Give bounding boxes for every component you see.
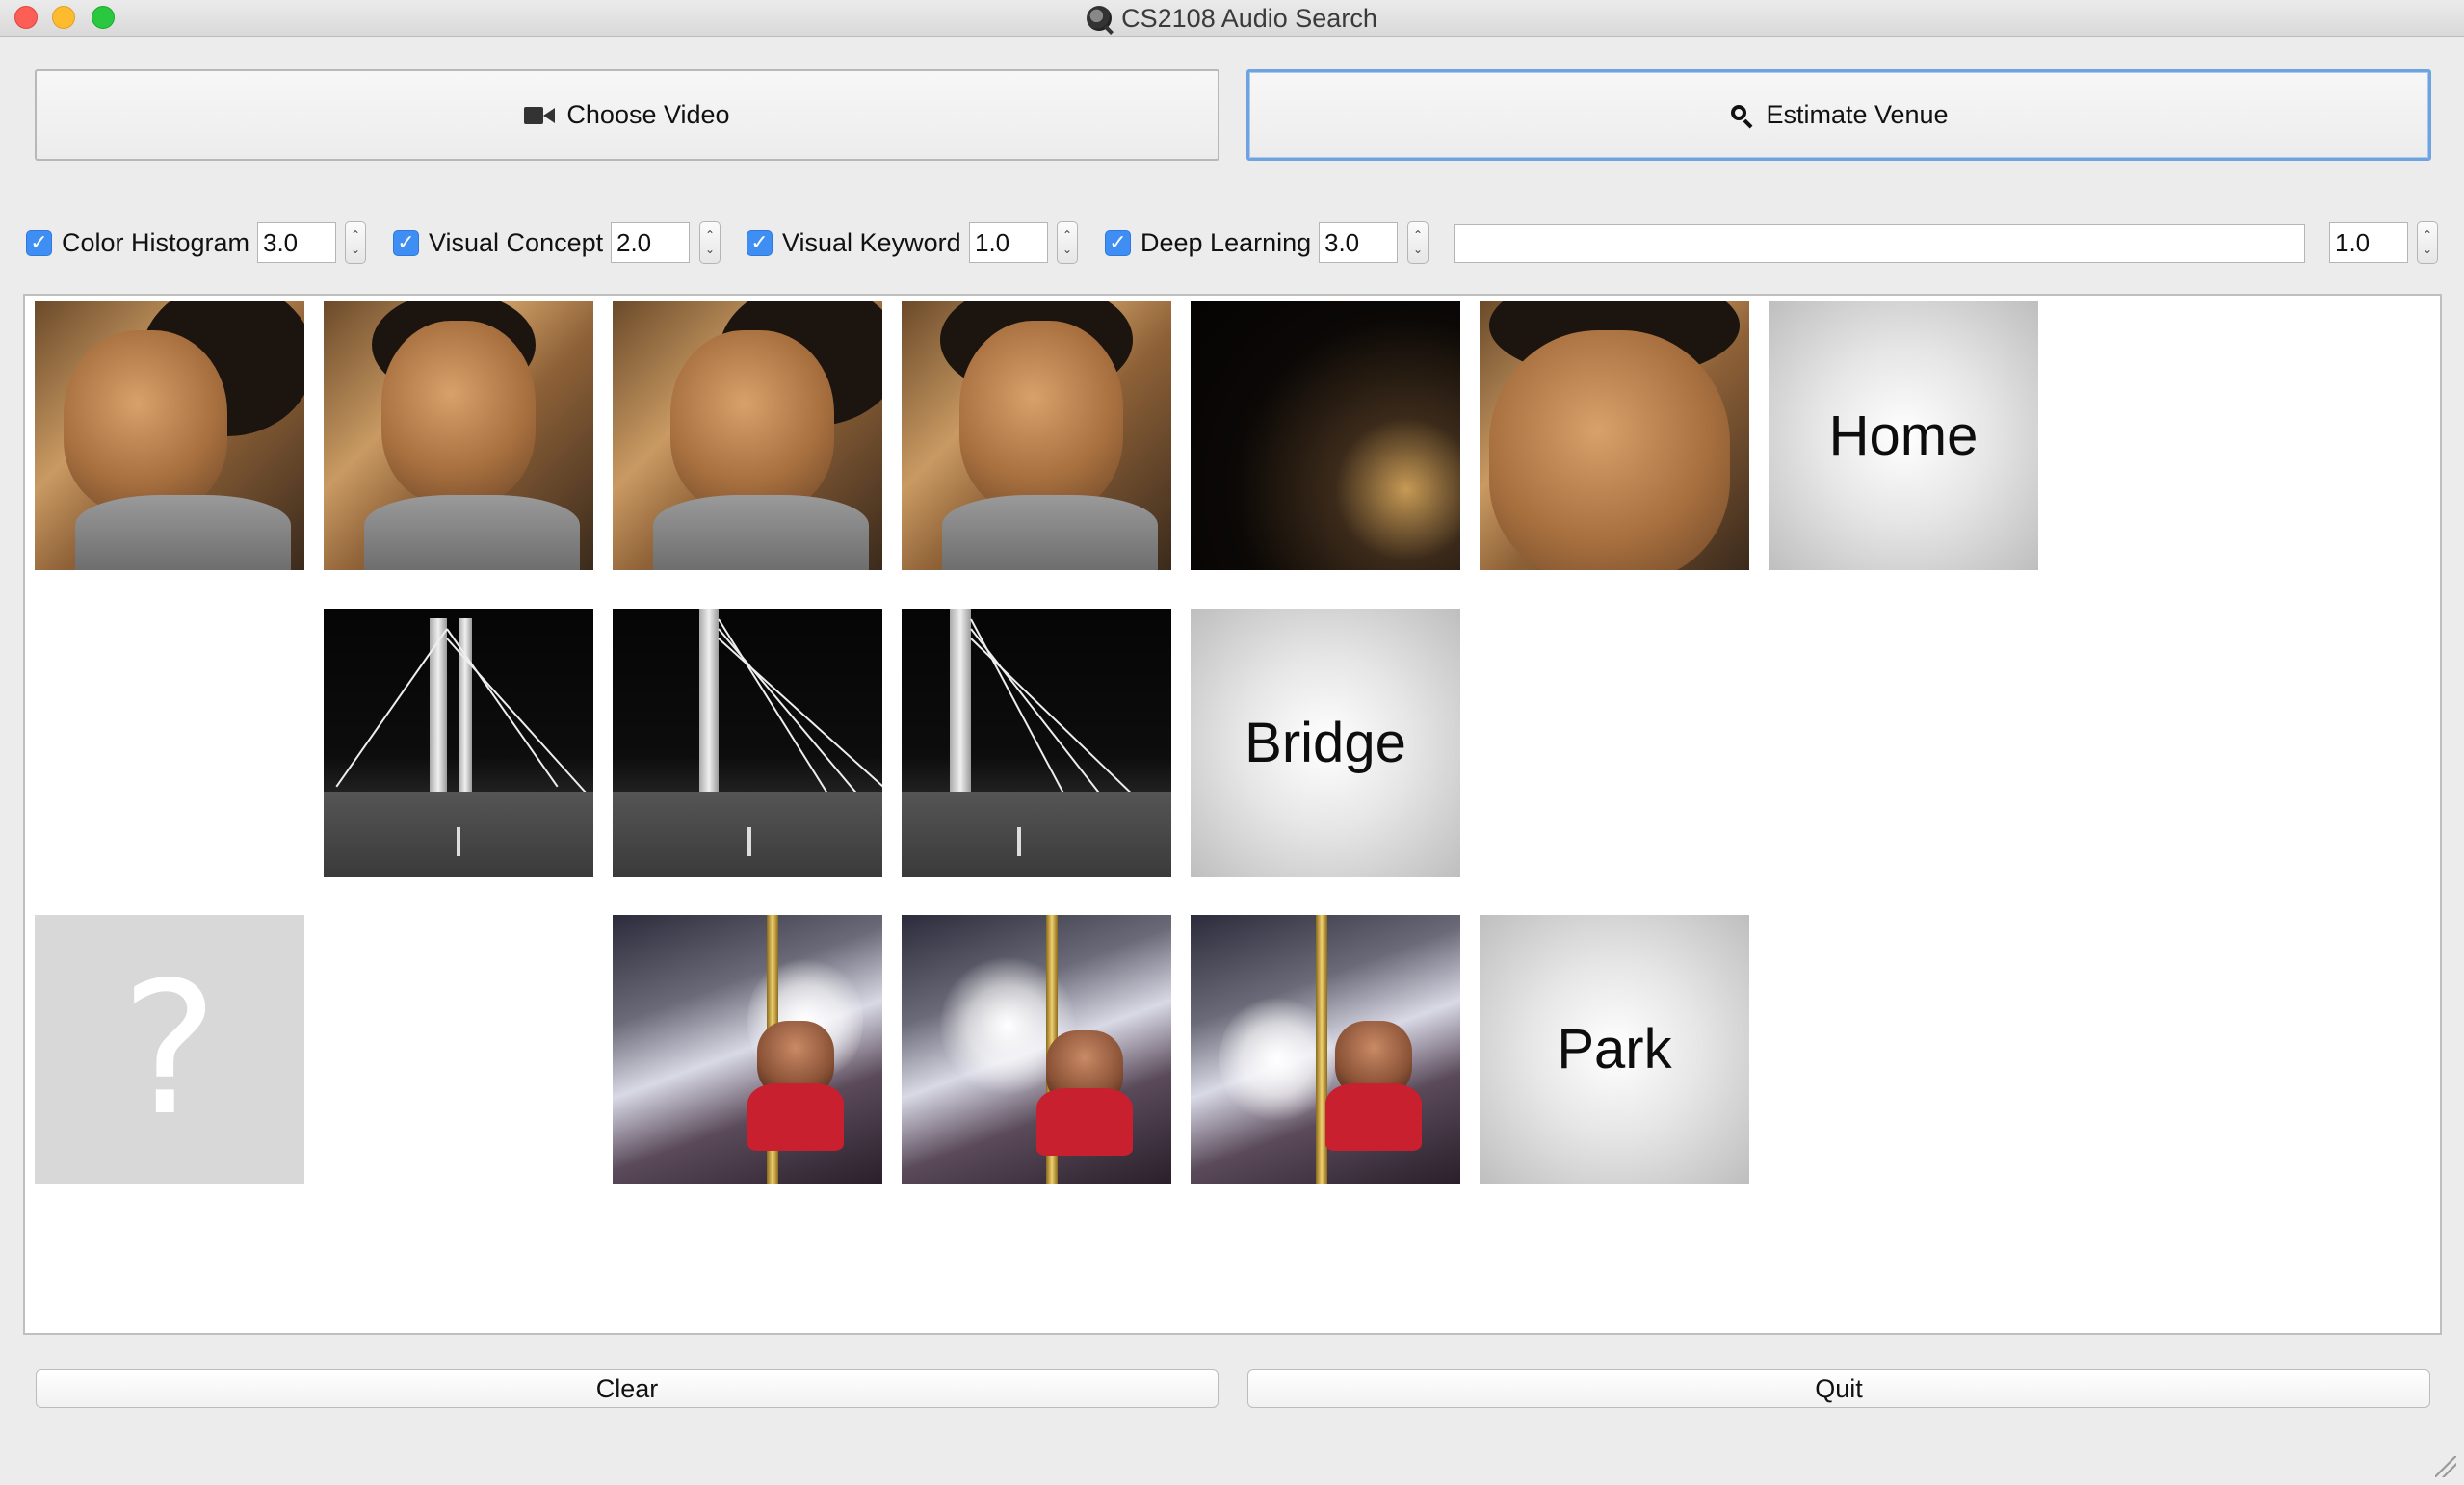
video-frame-thumbnail: [35, 301, 304, 570]
estimate-venue-button[interactable]: Estimate Venue: [1246, 69, 2431, 161]
video-camera-icon: [524, 106, 556, 125]
title-bar: CS2108 Audio Search: [0, 0, 2464, 37]
visual-concept-weight-input[interactable]: 2.0: [611, 222, 690, 263]
video-frame-thumbnail: [1480, 301, 1749, 570]
search-icon: [1729, 103, 1754, 128]
color-histogram-label: Color Histogram: [62, 227, 250, 257]
quit-button[interactable]: Quit: [1247, 1369, 2430, 1408]
video-frame-thumbnail: [613, 915, 882, 1184]
video-frame-thumbnail: [613, 609, 882, 877]
visual-keyword-option[interactable]: ✓ Visual Keyword: [747, 221, 961, 264]
visual-keyword-weight-stepper[interactable]: ⌃ ⌄: [1057, 221, 1078, 264]
resize-grip-icon[interactable]: [2435, 1456, 2456, 1477]
visual-keyword-checkbox[interactable]: ✓: [747, 229, 773, 256]
visual-concept-checkbox[interactable]: ✓: [393, 229, 419, 256]
extra-weight-input[interactable]: 1.0: [2329, 222, 2408, 263]
visual-concept-label: Visual Concept: [429, 227, 604, 257]
venue-label-home: Home: [1769, 301, 2038, 570]
color-histogram-weight-stepper[interactable]: ⌃ ⌄: [345, 221, 366, 264]
choose-video-button[interactable]: Choose Video: [35, 69, 1219, 161]
extra-weight-stepper[interactable]: ⌃ ⌄: [2417, 221, 2438, 264]
deep-learning-weight-stepper[interactable]: ⌃ ⌄: [1407, 221, 1429, 264]
visual-concept-option[interactable]: ✓ Visual Concept: [393, 221, 603, 264]
visual-keyword-weight-input[interactable]: 1.0: [969, 222, 1048, 263]
visual-concept-weight-stepper[interactable]: ⌃ ⌄: [699, 221, 721, 264]
deep-learning-option[interactable]: ✓ Deep Learning: [1105, 221, 1311, 264]
video-frame-thumbnail: [1191, 301, 1460, 570]
deep-learning-label: Deep Learning: [1140, 227, 1312, 257]
venue-label-bridge: Bridge: [1191, 609, 1460, 877]
video-frame-thumbnail: [1191, 915, 1460, 1184]
extra-text-input[interactable]: [1454, 224, 2305, 263]
results-panel[interactable]: Home Bridge ? Park: [23, 294, 2442, 1335]
video-frame-thumbnail: [324, 609, 593, 877]
venue-label-park: Park: [1480, 915, 1749, 1184]
deep-learning-checkbox[interactable]: ✓: [1105, 229, 1131, 256]
choose-video-label: Choose Video: [566, 100, 730, 129]
video-frame-thumbnail: [613, 301, 882, 570]
color-histogram-option[interactable]: ✓ Color Histogram: [26, 221, 249, 264]
deep-learning-weight-input[interactable]: 3.0: [1319, 222, 1398, 263]
color-histogram-weight-input[interactable]: 3.0: [257, 222, 336, 263]
app-icon: [1087, 6, 1113, 31]
video-frame-thumbnail: [902, 609, 1171, 877]
estimate-venue-label: Estimate Venue: [1766, 100, 1949, 129]
video-frame-thumbnail: [324, 301, 593, 570]
window-title: CS2108 Audio Search: [1121, 3, 1377, 33]
clear-button[interactable]: Clear: [36, 1369, 1219, 1408]
video-frame-thumbnail: [902, 301, 1171, 570]
video-frame-thumbnail: [902, 915, 1171, 1184]
unknown-venue-placeholder: ?: [35, 915, 304, 1184]
visual-keyword-label: Visual Keyword: [782, 227, 961, 257]
color-histogram-checkbox[interactable]: ✓: [26, 229, 52, 256]
